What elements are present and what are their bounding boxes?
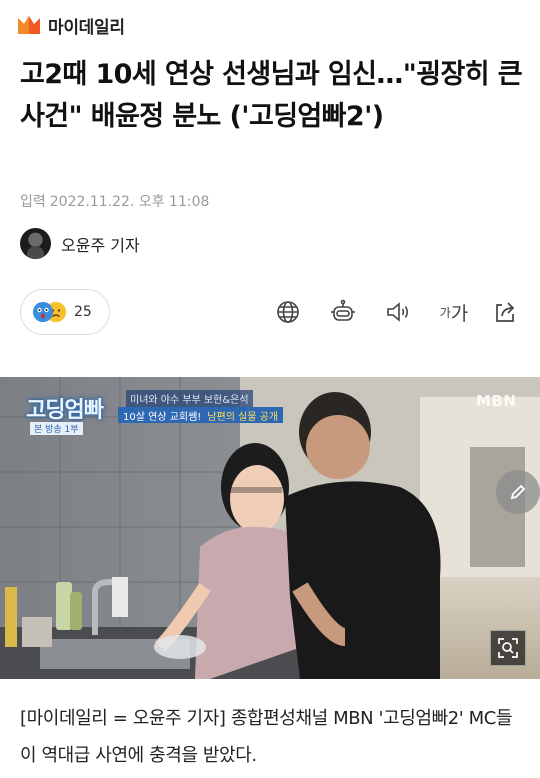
share-icon[interactable] — [489, 296, 521, 328]
broadcaster-watermark: MBN — [476, 392, 517, 410]
article-title: 고2때 10세 연상 선생님과 임신…"굉장히 큰 사건" 배윤정 분노 ('고… — [20, 59, 523, 132]
article-dateline: 입력 2022.11.22. 오후 11:08 — [20, 191, 209, 211]
font-size-icon[interactable]: 가가 — [434, 296, 474, 328]
caption-highlight: 남편의 실물 공개 — [207, 412, 279, 423]
brand-name: 마이데일리 — [48, 17, 125, 38]
zoom-image-icon[interactable] — [490, 630, 526, 666]
shocked-face-icon — [33, 302, 53, 322]
edit-pencil-icon[interactable] — [496, 470, 540, 514]
caption-bar: 10살 연상 교회쌤! 남편의 실물 공개 — [118, 407, 284, 423]
speaker-icon[interactable] — [382, 296, 414, 328]
date-label: 입력 — [20, 194, 46, 210]
reaction-count: 25 — [74, 304, 92, 320]
show-logo: 고딩엄빠 — [26, 398, 104, 423]
reaction-button[interactable]: 25 — [20, 289, 110, 335]
font-size-small-label: 가 — [439, 305, 451, 320]
globe-icon[interactable] — [272, 296, 304, 328]
maeil-logo-icon — [16, 12, 42, 38]
caption-top: 미녀와 야수 부부 보현&은석 — [126, 390, 253, 407]
robot-summary-icon[interactable] — [327, 296, 359, 328]
episode-tag: 본 방송 1부 — [30, 422, 83, 435]
article-body: [마이데일리 = 오윤주 기자] 종합편성채널 MBN '고딩엄빠2' MC들이… — [20, 708, 513, 766]
author-name[interactable]: 오윤주 기자 — [61, 232, 140, 256]
caption-main: 10살 연상 교회쌤! — [123, 412, 202, 423]
date-value: 2022.11.22. 오후 11:08 — [49, 194, 210, 210]
author-row[interactable]: 오윤주 기자 — [20, 228, 140, 259]
font-size-large-label: 가 — [450, 302, 469, 325]
brand-header[interactable]: 마이데일리 — [16, 10, 125, 40]
author-avatar[interactable] — [20, 228, 51, 259]
